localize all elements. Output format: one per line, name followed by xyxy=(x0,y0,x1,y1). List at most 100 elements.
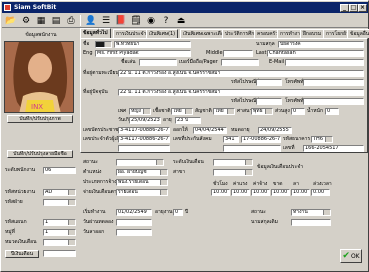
grid-cell-2[interactable]: 10.00 xyxy=(251,189,270,196)
race-select[interactable]: ไทย xyxy=(171,108,193,115)
eng-last-name-field[interactable]: Chantasan xyxy=(267,50,364,57)
grid-header-4: ลา xyxy=(293,181,299,187)
phone2-field[interactable] xyxy=(303,98,364,105)
old-surname-label: นามสกุลเดิม xyxy=(251,219,278,225)
zip2-field[interactable] xyxy=(256,98,282,105)
branch-select[interactable] xyxy=(213,169,253,176)
salary-level-label: ระดับเงินเดือน xyxy=(173,159,204,165)
position-select[interactable]: ผอ. ฝ่ายบัญชี xyxy=(116,169,168,176)
account-no-label: เลขที่ xyxy=(283,145,295,151)
bank-branch-field[interactable] xyxy=(223,145,281,152)
report-icon[interactable]: 🗒 xyxy=(129,14,143,27)
group-select[interactable]: 1 xyxy=(43,229,76,236)
age-field[interactable]: 23 ปี xyxy=(175,117,201,124)
tab-other[interactable]: ข้อมูลอื่นๆ xyxy=(347,29,369,38)
expire-field[interactable]: 24/09/2555 xyxy=(258,127,292,134)
middle-name-field[interactable] xyxy=(223,50,253,57)
phone-field[interactable] xyxy=(303,79,364,86)
nickname-label: ชื่อเล่น xyxy=(121,59,136,65)
tenure-years-field[interactable]: 0 xyxy=(173,209,183,216)
birthdate-field[interactable]: 25/09/2523 xyxy=(129,117,161,124)
current-address-field[interactable]: 22 ม. 11 ต.กาวงรอง อ.สูงเนิน จ.นครราชสีม… xyxy=(118,89,364,96)
house-address-field[interactable]: 22 ม. 11 ต.กาวงรอง อ.สูงเนิน จ.นครราชสีม… xyxy=(118,70,364,77)
email-field[interactable] xyxy=(285,59,364,66)
save-signature-button[interactable]: บันทึก/ปรับปรุงลายมือชื่อ xyxy=(7,150,73,158)
dept-code-select[interactable]: AD xyxy=(43,189,76,196)
level-label: ระดับพนักงาน xyxy=(5,167,36,173)
grid-cell-3[interactable]: 10.00 xyxy=(271,189,290,196)
eng-first-name-field[interactable]: Ms. First Piyadak xyxy=(95,50,191,57)
gender-select[interactable]: หญิง xyxy=(129,108,151,115)
tenure-year-label: ปี xyxy=(185,209,189,215)
photo-title: ข้อมูลพนักงาน xyxy=(25,32,57,38)
portrait-image: INX xyxy=(5,42,73,112)
account-no-field[interactable]: 166-2054517 xyxy=(303,145,364,152)
branch-label: สาขา xyxy=(173,169,186,175)
web-icon[interactable]: ◉ xyxy=(144,14,158,27)
close-button[interactable]: × xyxy=(358,4,367,12)
bank-code-select[interactable]: TH6 xyxy=(311,136,333,143)
id-card-field[interactable]: 3-4117-00886-26-7 xyxy=(118,127,170,134)
last-name-field[interactable]: ปิยดำรงค์ xyxy=(278,41,364,48)
salary-level-select[interactable] xyxy=(213,159,253,166)
calendar-icon[interactable]: ▤ xyxy=(49,14,63,27)
tab-training[interactable]: ฝึกอบรม xyxy=(300,29,325,38)
employment-type-select[interactable]: พนง.รายเดือน xyxy=(116,179,168,186)
weight-field[interactable]: 0 xyxy=(325,108,339,115)
probation-field[interactable] xyxy=(116,219,152,226)
book-icon[interactable]: 📕 xyxy=(114,14,128,27)
old-surname-field[interactable] xyxy=(291,219,331,226)
height-field[interactable]: 0 xyxy=(291,108,305,115)
grid-cell-0[interactable]: 10.00 xyxy=(211,189,230,196)
user-icon[interactable]: 👤 xyxy=(84,14,98,27)
grid-cell-5[interactable]: 0.00 xyxy=(311,189,330,196)
hospital-field[interactable] xyxy=(118,145,170,152)
list-icon[interactable]: ☰ xyxy=(99,14,113,27)
print-icon[interactable]: ⎙ xyxy=(64,14,78,27)
issued-label: ออกให้ xyxy=(173,127,188,133)
division-select[interactable] xyxy=(43,199,76,206)
work-status-select[interactable]: ทำงาน xyxy=(291,209,331,216)
issued-field[interactable]: 04/04/2544 xyxy=(193,127,227,134)
level-field[interactable]: 06 xyxy=(43,167,76,174)
current-address-label: ที่อยู่ปัจจุบัน xyxy=(83,89,108,95)
height-label: ส่วนสูง xyxy=(275,108,290,114)
title-select[interactable] xyxy=(95,41,112,48)
folder-icon[interactable]: 📂 xyxy=(4,14,18,27)
maximize-button[interactable]: □ xyxy=(349,4,358,12)
chart-icon[interactable]: ▦ xyxy=(34,14,48,27)
grid-cell-1[interactable]: 10.00 xyxy=(231,189,250,196)
save-photo-button[interactable]: บันทึก/ปรับปรุงภาพ xyxy=(7,115,73,123)
status-label: สถานะ xyxy=(83,159,98,165)
nickname-field[interactable] xyxy=(139,59,177,66)
help-icon[interactable]: ? xyxy=(159,14,173,27)
social-security-field[interactable]: 17-00886-26-7 xyxy=(241,136,281,143)
start-date-field[interactable]: 01/02/2549 xyxy=(116,209,152,216)
social-security-prefix-field[interactable]: 341 xyxy=(223,136,239,143)
tab-strip: ข้อมูลทั่วไป การเงินประจำ เงินพิเศษ(1) เ… xyxy=(80,28,369,38)
resign-date-field[interactable] xyxy=(116,229,152,236)
tab-special-pay-1[interactable]: เงินพิเศษ(1) xyxy=(146,29,179,38)
grid-cell-4[interactable]: 10.00 xyxy=(291,189,310,196)
zip-field[interactable] xyxy=(256,79,282,86)
pay-by-select[interactable]: รายเดือน xyxy=(116,189,168,196)
tab-general[interactable]: ข้อมูลทั่วไป xyxy=(80,28,111,38)
tools-icon[interactable]: ⚙ xyxy=(19,14,33,27)
tenure-label: อายุงาน xyxy=(155,209,173,215)
check-icon: ✔ xyxy=(342,250,350,261)
nationality-select[interactable]: ไทย xyxy=(213,108,235,115)
ok-button[interactable]: ✔ OK xyxy=(340,249,362,263)
tab-regular-pay[interactable]: การเงินประจำ xyxy=(113,29,150,38)
exit-icon[interactable]: ⏏ xyxy=(174,14,188,27)
salary-group-select[interactable] xyxy=(43,239,76,246)
mobile-field[interactable] xyxy=(221,59,259,66)
salary-year-field[interactable] xyxy=(43,250,76,257)
first-name-field[interactable]: พ.ทวิทยนา xyxy=(114,41,191,48)
tax-id-field[interactable]: 3-4117-00886-26-7 xyxy=(118,136,170,143)
section-select[interactable]: 1 xyxy=(43,219,76,226)
email-label: E-Mail xyxy=(269,59,285,65)
religion-select[interactable]: พุทธ xyxy=(251,108,273,115)
status-select[interactable] xyxy=(116,159,164,166)
salary-year-button[interactable]: ปีเงินเดือน xyxy=(5,250,39,258)
minimize-button[interactable]: _ xyxy=(340,4,349,12)
